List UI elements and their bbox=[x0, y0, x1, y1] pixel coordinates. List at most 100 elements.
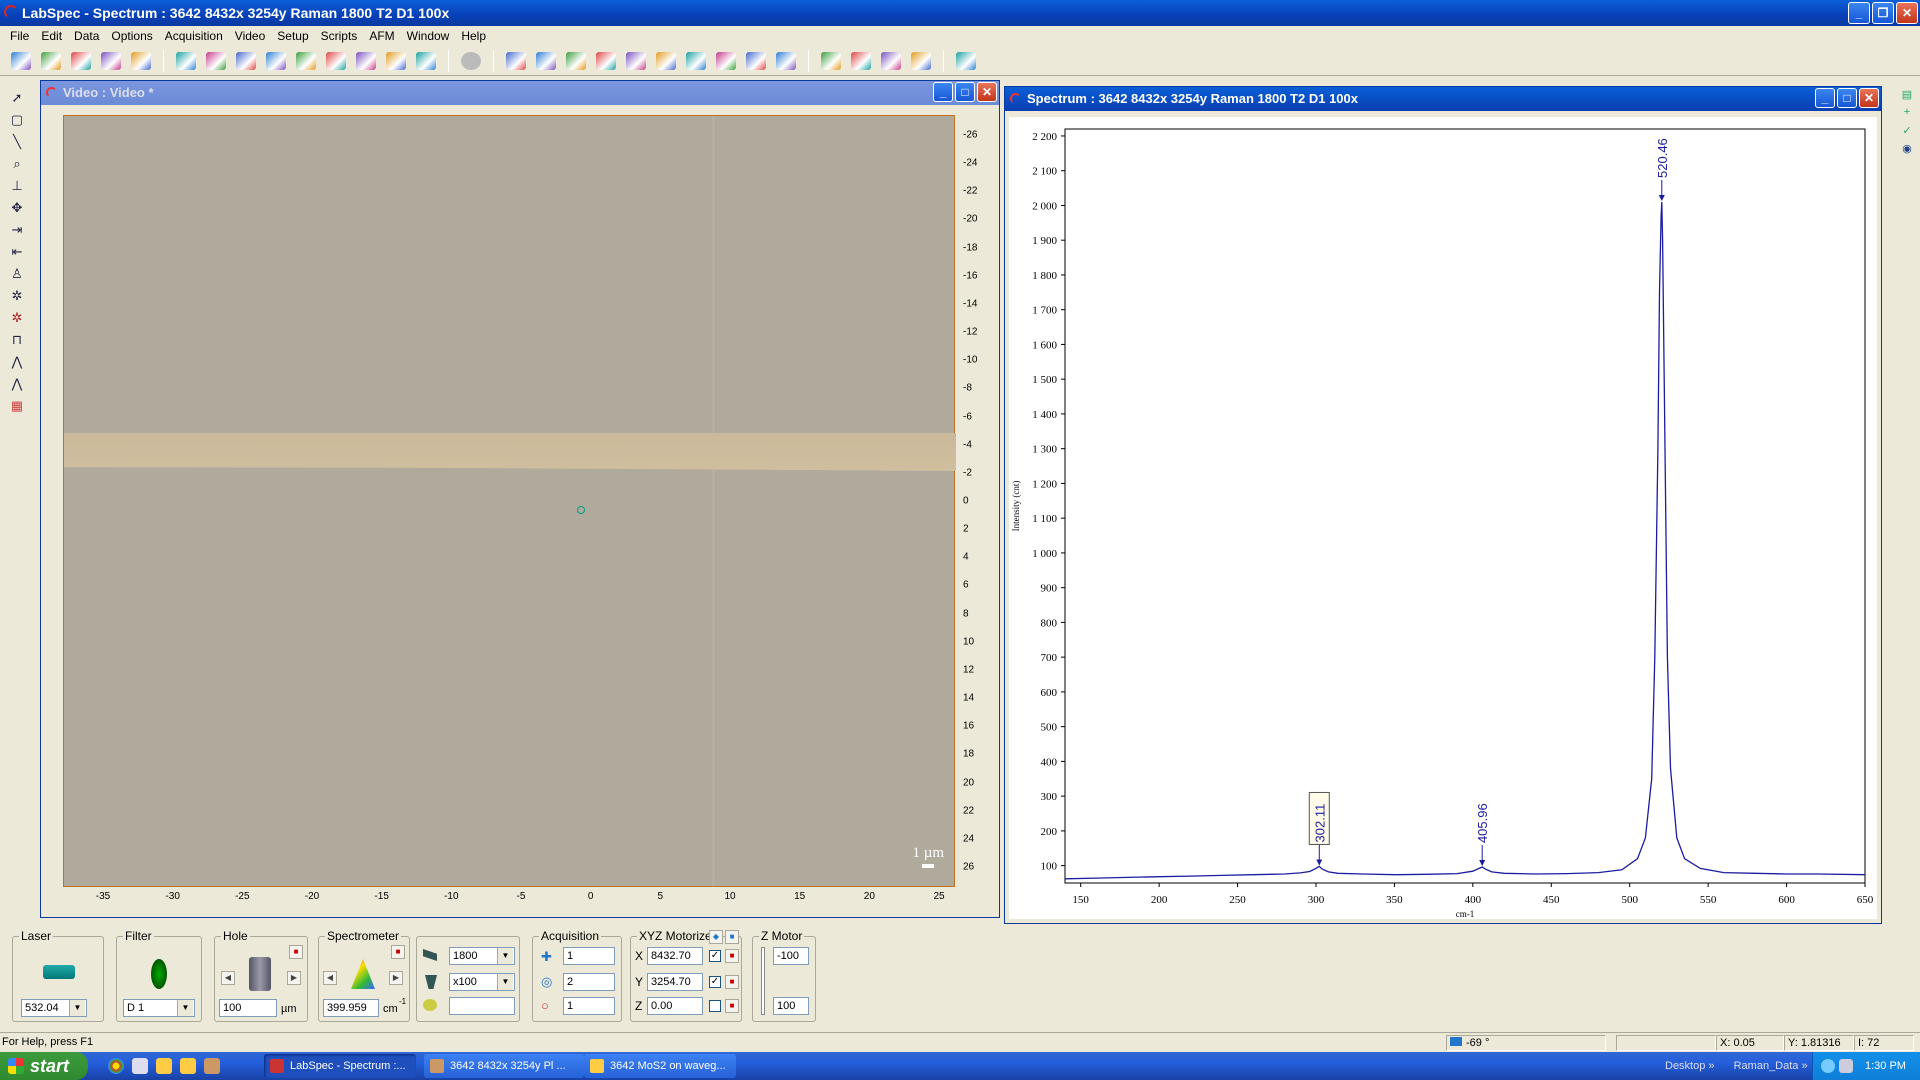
raman-data-toolbar[interactable]: Raman_Data bbox=[1734, 1060, 1799, 1072]
move-icon[interactable]: ✥ bbox=[7, 198, 27, 218]
spectrometer-reset-button[interactable]: ■ bbox=[391, 945, 405, 959]
cube-button[interactable] bbox=[263, 49, 289, 73]
filter-select[interactable]: D 1 ▼ bbox=[123, 999, 195, 1017]
xyz-go-button[interactable]: ◆ bbox=[709, 930, 723, 944]
spectrometer-position-input[interactable]: 399.959 bbox=[323, 999, 379, 1017]
y-reset-button[interactable]: ■ bbox=[725, 975, 739, 989]
spectrum-chart[interactable]: 100 200 300 400 500 600 700 800 900 1 000 1 100 1 2… bbox=[1009, 117, 1877, 919]
spectrum-window-title-bar[interactable]: Spectrum : 3642 8432x 3254y Raman 1800 T… bbox=[1005, 87, 1881, 111]
bars-button[interactable] bbox=[653, 49, 679, 73]
visualization-button[interactable] bbox=[8, 49, 34, 73]
grid-button[interactable] bbox=[203, 49, 229, 73]
close-button[interactable]: ✕ bbox=[1896, 2, 1918, 24]
extra-select[interactable] bbox=[449, 997, 515, 1015]
hole-decrease-button[interactable]: ◀ bbox=[221, 971, 235, 985]
info-button[interactable] bbox=[128, 49, 154, 73]
desktop-toolbar[interactable]: Desktop bbox=[1665, 1060, 1705, 1072]
accumulation-input[interactable]: 2 bbox=[563, 973, 615, 991]
hole-reset-button[interactable]: ■ bbox=[289, 945, 303, 959]
stop-button[interactable] bbox=[458, 49, 484, 73]
pointer-icon[interactable]: ➚ bbox=[7, 88, 27, 108]
z-motor-slider[interactable] bbox=[761, 947, 765, 1015]
task-folder[interactable]: 3642 MoS2 on waveg... bbox=[584, 1054, 736, 1078]
rectangle-icon[interactable]: ▢ bbox=[7, 110, 27, 130]
open-button[interactable] bbox=[818, 49, 844, 73]
palette-button[interactable] bbox=[743, 49, 769, 73]
z-motor-bottom-input[interactable]: 100 bbox=[773, 997, 809, 1015]
clock[interactable]: 1:30 PM bbox=[1865, 1052, 1906, 1080]
help-button[interactable] bbox=[908, 49, 934, 73]
chevron-down-icon[interactable]: ▼ bbox=[69, 1000, 85, 1016]
baseline-button[interactable] bbox=[563, 49, 589, 73]
grating-select[interactable]: 1800 ▼ bbox=[449, 947, 515, 965]
peaks-button[interactable] bbox=[533, 49, 559, 73]
peak-delete-icon[interactable]: ✲ bbox=[7, 308, 27, 328]
video-close-button[interactable]: ✕ bbox=[977, 82, 997, 102]
menu-video[interactable]: Video bbox=[229, 29, 271, 43]
image-button[interactable] bbox=[98, 49, 124, 73]
print-button[interactable] bbox=[878, 49, 904, 73]
layers-button[interactable] bbox=[713, 49, 739, 73]
y-position-input[interactable]: 3254.70 bbox=[647, 973, 703, 991]
band-fit-icon[interactable]: ⋀ bbox=[7, 374, 27, 394]
points-button[interactable] bbox=[623, 49, 649, 73]
spectrum-close-button[interactable]: ✕ bbox=[1859, 88, 1879, 108]
panel-toggle-icon[interactable]: ▤ bbox=[1899, 88, 1915, 104]
save-button[interactable] bbox=[848, 49, 874, 73]
fit-button[interactable] bbox=[383, 49, 409, 73]
menu-help[interactable]: Help bbox=[455, 29, 492, 43]
menu-options[interactable]: Options bbox=[105, 29, 158, 43]
laser-target-marker[interactable] bbox=[577, 506, 585, 514]
spectrum-maximize-button[interactable]: □ bbox=[1837, 88, 1857, 108]
line-icon[interactable]: ╲ bbox=[7, 132, 27, 152]
task-labspec[interactable]: LabSpec - Spectrum :... bbox=[264, 1054, 416, 1078]
pick-button[interactable] bbox=[233, 49, 259, 73]
folder-icon[interactable] bbox=[156, 1058, 172, 1074]
band-icon[interactable]: ⋀ bbox=[7, 352, 27, 372]
graph-button[interactable] bbox=[323, 49, 349, 73]
folder-icon[interactable] bbox=[180, 1058, 196, 1074]
documents-icon[interactable] bbox=[132, 1058, 148, 1074]
spectrometer-increase-button[interactable]: ▶ bbox=[389, 971, 403, 985]
menu-scripts[interactable]: Scripts bbox=[315, 29, 364, 43]
start-button[interactable]: start bbox=[0, 1052, 88, 1080]
z-reset-button[interactable]: ■ bbox=[725, 999, 739, 1013]
hole-increase-button[interactable]: ▶ bbox=[287, 971, 301, 985]
filter-wheel-icon[interactable] bbox=[151, 959, 167, 989]
menu-window[interactable]: Window bbox=[401, 29, 456, 43]
xyz-stop-button[interactable]: ■ bbox=[725, 930, 739, 944]
sphere-button[interactable] bbox=[353, 49, 379, 73]
menu-setup[interactable]: Setup bbox=[271, 29, 314, 43]
video-image[interactable]: 1 µm bbox=[63, 115, 956, 888]
panel-add-icon[interactable]: + bbox=[1899, 106, 1915, 122]
spectrum-minimize-button[interactable]: _ bbox=[1815, 88, 1835, 108]
spectra-button[interactable] bbox=[503, 49, 529, 73]
restore-button[interactable]: ❐ bbox=[1872, 2, 1894, 24]
trend-button[interactable] bbox=[773, 49, 799, 73]
spectrum-button[interactable] bbox=[38, 49, 64, 73]
peak-pick-icon[interactable]: ♙ bbox=[7, 264, 27, 284]
smooth-button[interactable] bbox=[593, 49, 619, 73]
x-reset-button[interactable]: ■ bbox=[725, 949, 739, 963]
cursor-add-icon[interactable]: ⇥ bbox=[7, 220, 27, 240]
menu-file[interactable]: File bbox=[4, 29, 35, 43]
task-image[interactable]: 3642 8432x 3254y Pl ... bbox=[424, 1054, 584, 1078]
panel-view-icon[interactable]: ◉ bbox=[1899, 142, 1915, 158]
x-position-input[interactable]: 8432.70 bbox=[647, 947, 703, 965]
chevron-down-icon[interactable]: ▼ bbox=[497, 974, 513, 990]
menu-afm[interactable]: AFM bbox=[363, 29, 400, 43]
cursor-remove-icon[interactable]: ⇤ bbox=[7, 242, 27, 262]
network-icon[interactable] bbox=[1821, 1059, 1835, 1073]
matrix-button[interactable] bbox=[293, 49, 319, 73]
volume-icon[interactable] bbox=[1839, 1059, 1853, 1073]
export-button[interactable] bbox=[683, 49, 709, 73]
chrome-icon[interactable] bbox=[108, 1058, 124, 1074]
z-position-input[interactable]: 0.00 bbox=[647, 997, 703, 1015]
spectrometer-decrease-button[interactable]: ◀ bbox=[323, 971, 337, 985]
laser-icon[interactable] bbox=[43, 965, 75, 979]
map-button[interactable] bbox=[173, 49, 199, 73]
labspec-quicklaunch-icon[interactable] bbox=[204, 1058, 220, 1074]
multi-button[interactable] bbox=[68, 49, 94, 73]
spectrum-plot-area[interactable]: 100 200 300 400 500 600 700 800 900 1 000 1 100 1 2… bbox=[1009, 117, 1877, 919]
y-enable-checkbox[interactable]: ✓ bbox=[709, 976, 721, 988]
